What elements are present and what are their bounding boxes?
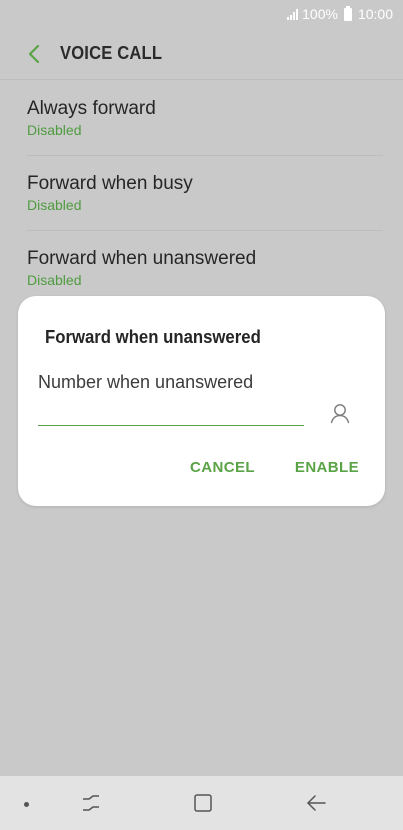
list-item-status: Disabled [27, 272, 82, 288]
page-title: VOICE CALL [60, 43, 163, 63]
recent-apps-icon [83, 795, 99, 811]
back-nav-button[interactable] [303, 791, 329, 815]
chevron-left-icon [28, 44, 40, 63]
list-item-title: Always forward [27, 98, 156, 119]
forward-dialog: Forward when unanswered Number when unan… [18, 296, 385, 506]
back-arrow-icon [307, 795, 326, 811]
list-item-status: Disabled [27, 122, 82, 138]
list-item-forward-when-unanswered[interactable]: Forward when unanswered Disabled [0, 231, 403, 306]
signal-icon [287, 8, 299, 20]
contact-picker-button[interactable] [327, 400, 353, 426]
dialog-actions: CANCEL ENABLE [190, 459, 359, 476]
dialog-title: Forward when unanswered [45, 327, 261, 347]
clock: 10:00 [357, 6, 393, 22]
list-item-always-forward[interactable]: Always forward Disabled [0, 81, 403, 156]
recent-apps-button[interactable] [78, 791, 104, 815]
enable-button[interactable]: ENABLE [295, 459, 359, 476]
cancel-button[interactable]: CANCEL [190, 459, 255, 476]
battery-percent: 100% [302, 6, 338, 22]
list-item-forward-when-busy[interactable]: Forward when busy Disabled [0, 156, 403, 231]
back-button[interactable] [12, 32, 56, 76]
home-button[interactable] [190, 791, 216, 815]
app-header: VOICE CALL [0, 28, 403, 80]
list-item-title: Forward when busy [27, 173, 193, 194]
nav-dot-icon [24, 802, 29, 807]
list-item-title: Forward when unanswered [27, 248, 257, 269]
navigation-bar [0, 776, 403, 830]
battery-icon [343, 5, 352, 21]
number-input[interactable] [38, 398, 304, 426]
call-forwarding-list: Always forward Disabled Forward when bus… [0, 81, 403, 306]
input-label: Number when unanswered [38, 372, 254, 392]
home-icon [194, 794, 212, 812]
contact-icon [330, 404, 350, 424]
list-item-status: Disabled [27, 197, 82, 213]
status-bar: 100% 10:00 [0, 0, 403, 28]
